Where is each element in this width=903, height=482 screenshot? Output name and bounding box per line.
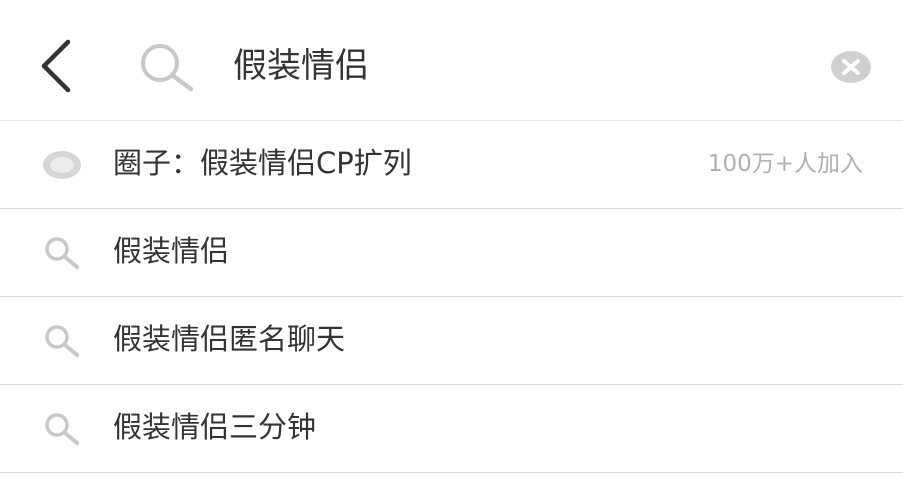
clear-circle-x-icon <box>831 51 871 83</box>
circle-member-count: 100万+人加入 <box>707 151 863 177</box>
circle-suggestion-label: 圈子：假装情侣CP扩列 <box>113 146 412 180</box>
suggestion-label: 假装情侣 <box>113 234 230 268</box>
search-suggestions-page: 假装情侣 圈子：假装情侣CP扩列 100万+人加入 假装情侣 假装情侣匿名聊天 … <box>0 0 903 482</box>
suggestion-item[interactable]: 假装情侣匿名聊天 <box>0 297 903 385</box>
search-icon <box>42 235 82 271</box>
suggestion-label: 假装情侣三分钟 <box>113 410 317 444</box>
suggestion-item[interactable]: 假装情侣 <box>0 209 903 297</box>
search-input[interactable]: 假装情侣 <box>233 43 369 89</box>
suggestion-label: 假装情侣匿名聊天 <box>113 322 346 356</box>
back-button[interactable] <box>30 36 80 96</box>
row-divider <box>0 472 903 473</box>
circle-icon <box>42 150 82 180</box>
search-header: 假装情侣 <box>0 0 903 120</box>
search-icon <box>136 42 198 92</box>
circle-suggestion-row[interactable]: 圈子：假装情侣CP扩列 100万+人加入 <box>0 121 903 209</box>
clear-search-button[interactable] <box>830 49 872 85</box>
search-icon <box>42 411 82 447</box>
search-icon <box>42 323 82 359</box>
chevron-left-icon <box>41 39 71 93</box>
suggestion-item[interactable]: 假装情侣三分钟 <box>0 385 903 473</box>
